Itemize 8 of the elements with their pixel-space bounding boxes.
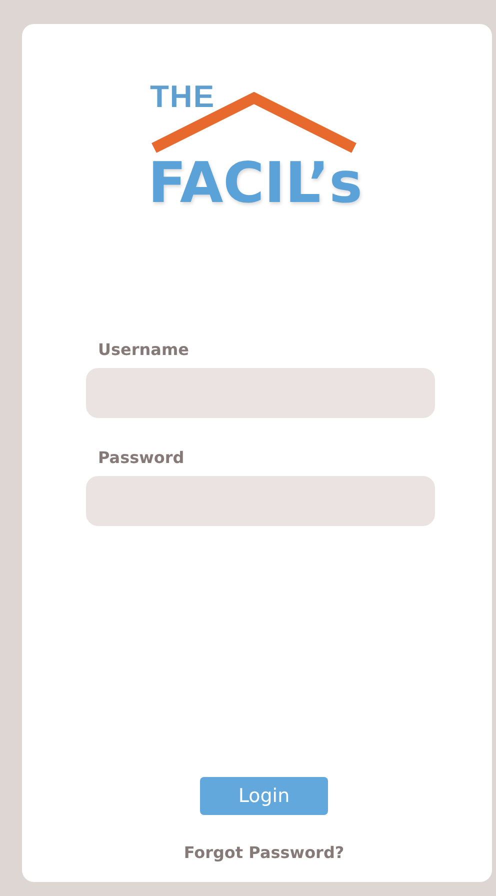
login-button[interactable]: Login — [200, 777, 328, 815]
field-label: Username — [98, 340, 189, 360]
password-field[interactable] — [86, 476, 435, 526]
field-label: Password — [98, 448, 184, 468]
forgot-password-link[interactable]: Forgot Password? — [184, 843, 344, 862]
username-field[interactable] — [86, 368, 435, 418]
logo-text: FACIL’s — [148, 152, 363, 216]
logo-text: THE — [150, 82, 215, 112]
